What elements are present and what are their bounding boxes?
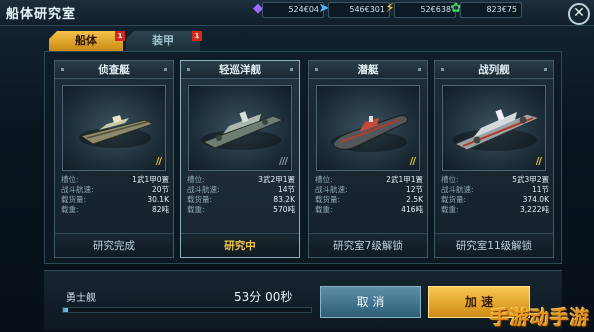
ship-name: 战列舰: [478, 64, 510, 76]
scout-boat-icon: [79, 115, 155, 148]
tab-hull-badge: 1: [115, 31, 125, 41]
ship-image-frame: //: [442, 85, 546, 171]
window-title: 船体研究室: [6, 7, 77, 22]
cancel-button[interactable]: 取 消: [320, 286, 421, 318]
watermark-logo: 手游动手游: [489, 307, 590, 329]
ship-name: 轻巡洋舰: [219, 64, 261, 76]
research-progress-bar: [62, 307, 312, 313]
ship-card-header: 轻巡洋舰: [181, 61, 299, 79]
ship-status: 研究室7级解锁: [309, 233, 427, 257]
resource-crystal: 524€04: [262, 2, 324, 18]
ship-image-frame: //: [62, 85, 166, 171]
ship-card-header: 侦查艇: [55, 61, 173, 79]
tab-armor[interactable]: 装甲: [126, 31, 200, 51]
research-timer: 53分 00秒: [234, 290, 293, 304]
ship-card-submarine[interactable]: 潜艇 // 槽位: 2武1甲1置 战斗航速: 12节 载货量: 2.5K 载重: 416…: [308, 60, 428, 258]
ship-stats: 槽位: 5武3甲2置 战斗航速: 11节 载货量: 374.0K 载重: 3,222吨: [441, 175, 549, 214]
ship-stats: 槽位: 1武1甲0置 战斗航速: 20节 载货量: 30.1K 载重: 82吨: [61, 175, 169, 214]
ship-card-light-cruiser[interactable]: 轻巡洋舰 /// 槽位: 3武2甲1置 战斗航速: 14节 载货量: 83.2K 载重…: [180, 60, 300, 258]
ship-name: 潜艇: [357, 64, 379, 76]
battleship-icon: [453, 109, 541, 151]
ship-card-battleship[interactable]: 战列舰 // 槽位: 5武3甲2置 战斗航速: 11节 载货量: 374.0K 载重:…: [434, 60, 554, 258]
resource-fighter: 546€301: [328, 2, 390, 18]
ship-status: 研究完成: [55, 233, 173, 257]
ship-image-frame: //: [316, 85, 420, 171]
rank-stripes-icon: ///: [279, 156, 288, 167]
close-button[interactable]: ✕: [568, 3, 590, 25]
ship-image-frame: ///: [188, 85, 292, 171]
tab-armor-badge: 1: [192, 31, 202, 41]
researching-ship-name: 勇士舰: [66, 293, 96, 304]
light-cruiser-icon: [201, 111, 285, 150]
ship-status: 研究室11级解锁: [435, 233, 553, 257]
ship-card-header: 战列舰: [435, 61, 553, 79]
research-progress-fill: [63, 308, 68, 312]
tab-hull[interactable]: 船体: [49, 31, 123, 51]
ship-card-scout[interactable]: 侦查艇 // 槽位: 1武1甲0置 战斗航速: 20节 载货量: 30.1K 载重: 8…: [54, 60, 174, 258]
rank-stripes-icon: //: [535, 156, 542, 167]
ship-card-header: 潜艇: [309, 61, 427, 79]
ship-status: 研究中: [181, 233, 299, 257]
ship-stats: 槽位: 3武2甲1置 战斗航速: 14节 载货量: 83.2K 载重: 570吨: [187, 175, 295, 214]
resource-energy: 52€638: [394, 2, 456, 18]
ship-stats: 槽位: 2武1甲1置 战斗航速: 12节 载货量: 2.5K 载重: 416吨: [315, 175, 423, 214]
rank-stripes-icon: //: [409, 156, 416, 167]
close-icon: ✕: [573, 5, 585, 21]
submarine-icon: [331, 115, 408, 152]
rank-stripes-icon: //: [155, 156, 162, 167]
resource-plant: 823€75: [460, 2, 522, 18]
ship-name: 侦查艇: [98, 64, 130, 76]
